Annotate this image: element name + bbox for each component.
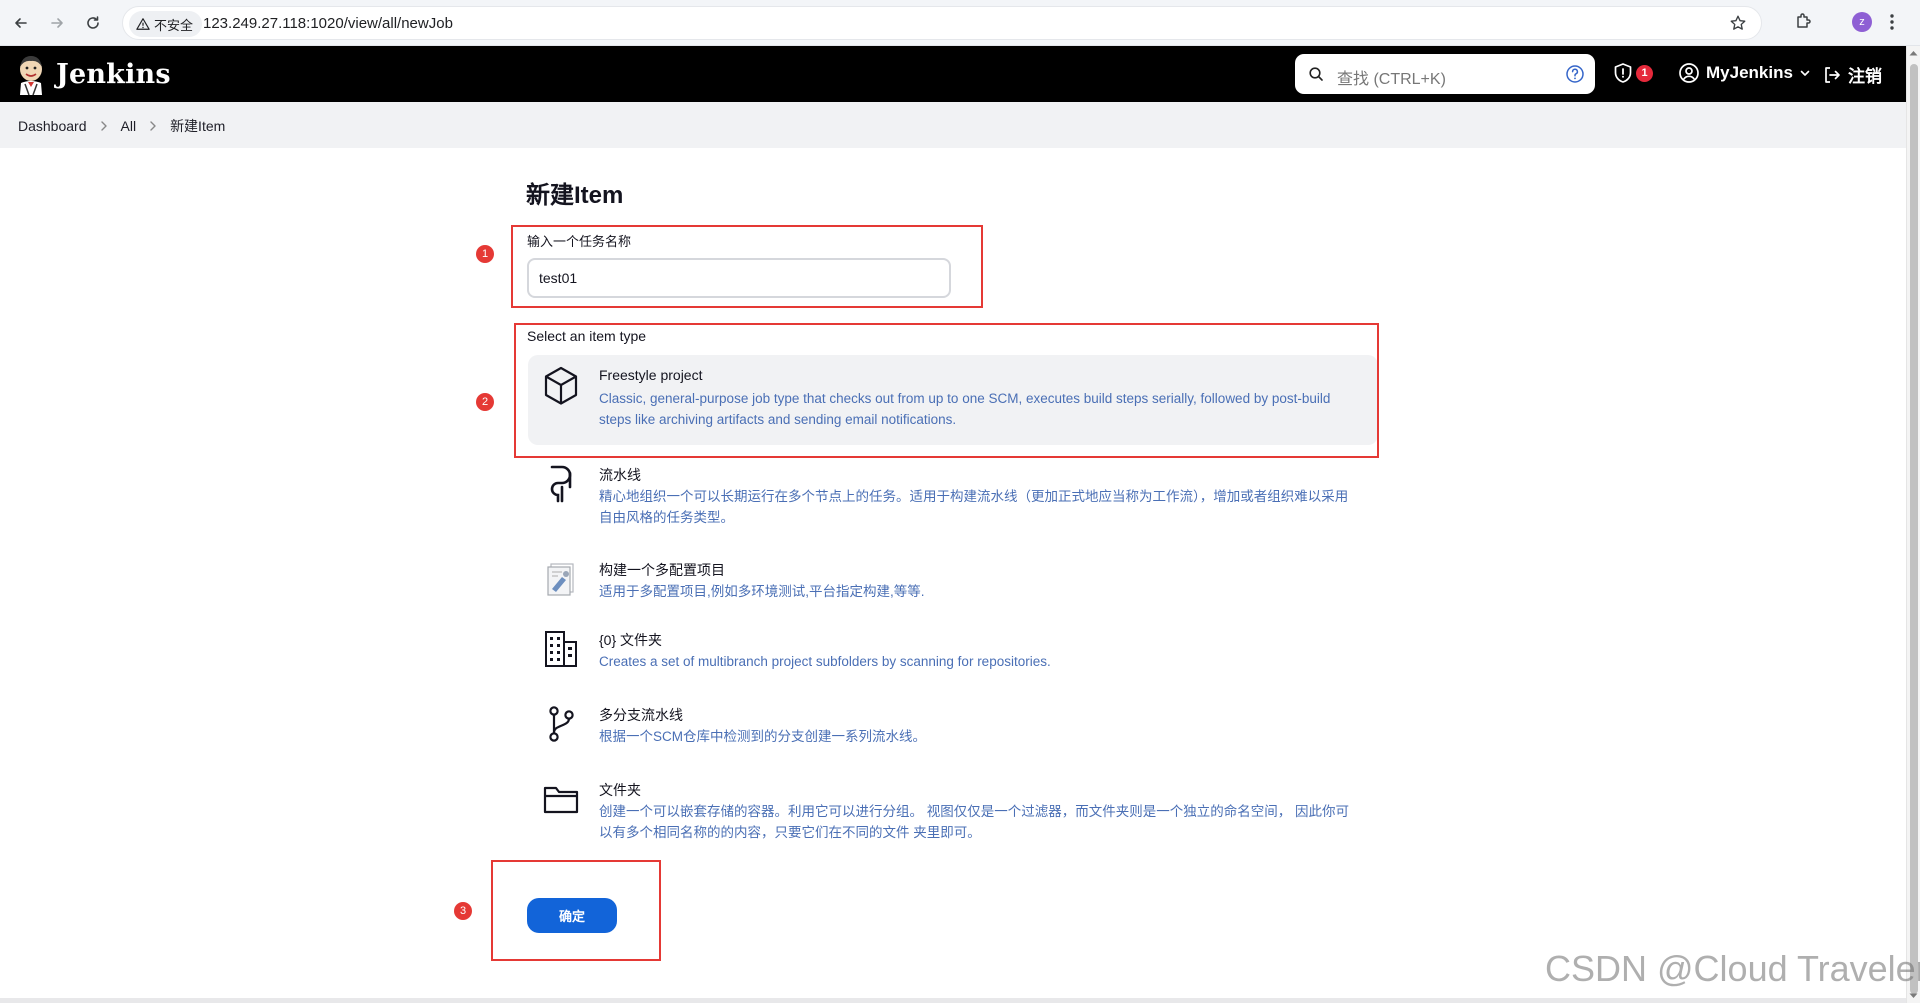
ok-button[interactable]: 确定 xyxy=(527,898,617,933)
reload-icon[interactable] xyxy=(80,10,106,36)
item-type-multi-config[interactable]: 构建一个多配置项目 适用于多配置项目,例如多环境测试,平台指定构建,等等. xyxy=(528,548,1378,612)
item-type-description: 根据一个SCM仓库中检测到的分支创建一系列流水线。 xyxy=(599,729,926,744)
search-input[interactable]: 查找 (CTRL+K) xyxy=(1295,54,1595,94)
annotation-marker-2: 2 xyxy=(476,393,494,411)
item-type-name: {0} 文件夹 xyxy=(599,632,663,648)
package-icon xyxy=(542,365,580,407)
item-type-label: Select an item type xyxy=(527,328,647,344)
search-placeholder: 查找 (CTRL+K) xyxy=(1337,71,1446,88)
jenkins-header: Jenkins 查找 (CTRL+K) 1 MyJenkins 注销 xyxy=(0,46,1906,102)
logout-button[interactable]: 注销 xyxy=(1822,62,1882,87)
organization-icon xyxy=(542,628,580,670)
item-type-description: 适用于多配置项目,例如多环境测试,平台指定构建,等等. xyxy=(599,584,925,599)
scroll-up-arrow-icon[interactable] xyxy=(1909,50,1918,56)
warning-icon xyxy=(136,17,150,31)
item-type-name: 流水线 xyxy=(599,467,641,483)
annotation-marker-3: 3 xyxy=(454,902,472,920)
multi-config-icon xyxy=(542,558,580,600)
item-type-name: Freestyle project xyxy=(599,367,703,383)
bottom-strip xyxy=(0,998,1906,1003)
chevron-down-icon xyxy=(1799,67,1811,79)
breadcrumb-dashboard[interactable]: Dashboard xyxy=(18,118,87,134)
back-arrow-icon[interactable] xyxy=(8,10,34,36)
item-type-name: 文件夹 xyxy=(599,782,641,798)
bookmark-star-icon[interactable] xyxy=(1729,14,1747,32)
search-icon xyxy=(1308,66,1324,82)
jenkins-brand: Jenkins xyxy=(56,58,171,90)
breadcrumb: Dashboard All 新建Item xyxy=(18,116,225,136)
url-text[interactable]: 123.249.27.118:1020/view/all/newJob xyxy=(203,15,453,32)
pipeline-icon xyxy=(542,463,580,505)
folder-icon xyxy=(542,778,580,820)
item-type-name: 多分支流水线 xyxy=(599,707,683,723)
user-menu[interactable]: MyJenkins xyxy=(1678,62,1811,84)
item-type-name: 构建一个多配置项目 xyxy=(599,562,725,578)
item-type-description: 精心地组织一个可以长期运行在多个节点上的任务。适用于构建流水线（更加正式地应当称… xyxy=(599,489,1349,525)
jenkins-home-link[interactable]: Jenkins xyxy=(16,53,171,95)
page-scrollbar[interactable] xyxy=(1906,46,1920,1003)
item-type-description: 创建一个可以嵌套存储的容器。利用它可以进行分组。 视图仅仅是一个过滤器，而文件夹… xyxy=(599,804,1349,840)
page-title: 新建Item xyxy=(526,182,624,209)
shield-alert-icon xyxy=(1612,62,1634,84)
watermark: CSDN @Cloud Traveler xyxy=(1545,948,1920,989)
item-name-input[interactable] xyxy=(527,258,951,298)
item-type-pipeline[interactable]: 流水线 精心地组织一个可以长期运行在多个节点上的任务。适用于构建流水线（更加正式… xyxy=(528,453,1378,537)
security-alerts-button[interactable]: 1 xyxy=(1612,62,1653,84)
logout-icon xyxy=(1822,65,1842,85)
browser-toolbar: 不安全 123.249.27.118:1020/view/all/newJob … xyxy=(0,0,1920,46)
extensions-icon[interactable] xyxy=(1794,11,1814,31)
profile-avatar[interactable]: z xyxy=(1852,12,1872,32)
breadcrumb-new-item[interactable]: 新建Item xyxy=(170,116,225,136)
item-type-freestyle[interactable]: Freestyle project Classic, general-purpo… xyxy=(528,355,1378,445)
jenkins-butler-logo-icon xyxy=(16,53,46,95)
address-bar[interactable]: 不安全 123.249.27.118:1020/view/all/newJob xyxy=(122,6,1762,40)
branch-icon xyxy=(542,703,580,745)
item-type-multibranch-pipeline[interactable]: 多分支流水线 根据一个SCM仓库中检测到的分支创建一系列流水线。 xyxy=(528,693,1378,757)
forward-arrow-icon[interactable] xyxy=(44,10,70,36)
more-vertical-icon[interactable] xyxy=(1889,12,1895,32)
security-label: 不安全 xyxy=(154,17,194,33)
scroll-down-arrow-icon[interactable] xyxy=(1909,993,1918,999)
security-count-badge: 1 xyxy=(1636,64,1653,82)
item-type-description: Classic, general-purpose job type that c… xyxy=(599,391,1331,427)
item-name-label: 输入一个任务名称 xyxy=(527,234,632,249)
logout-label: 注销 xyxy=(1848,67,1882,86)
user-name: MyJenkins xyxy=(1706,63,1793,82)
breadcrumb-bar: Dashboard All 新建Item xyxy=(0,102,1906,148)
scrollbar-thumb[interactable] xyxy=(1910,64,1918,994)
breadcrumb-all[interactable]: All xyxy=(121,118,137,134)
item-type-description: Creates a set of multibranch project sub… xyxy=(599,654,1051,669)
security-chip[interactable]: 不安全 xyxy=(129,11,203,37)
item-type-folder[interactable]: 文件夹 创建一个可以嵌套存储的容器。利用它可以进行分组。 视图仅仅是一个过滤器，… xyxy=(528,768,1378,854)
item-type-organization-folder[interactable]: {0} 文件夹 Creates a set of multibranch pro… xyxy=(528,618,1378,682)
chevron-right-icon xyxy=(149,120,157,132)
annotation-marker-1: 1 xyxy=(476,245,494,263)
help-circle-icon[interactable] xyxy=(1565,64,1585,84)
chevron-right-icon xyxy=(100,120,108,132)
user-avatar-icon xyxy=(1678,62,1700,84)
